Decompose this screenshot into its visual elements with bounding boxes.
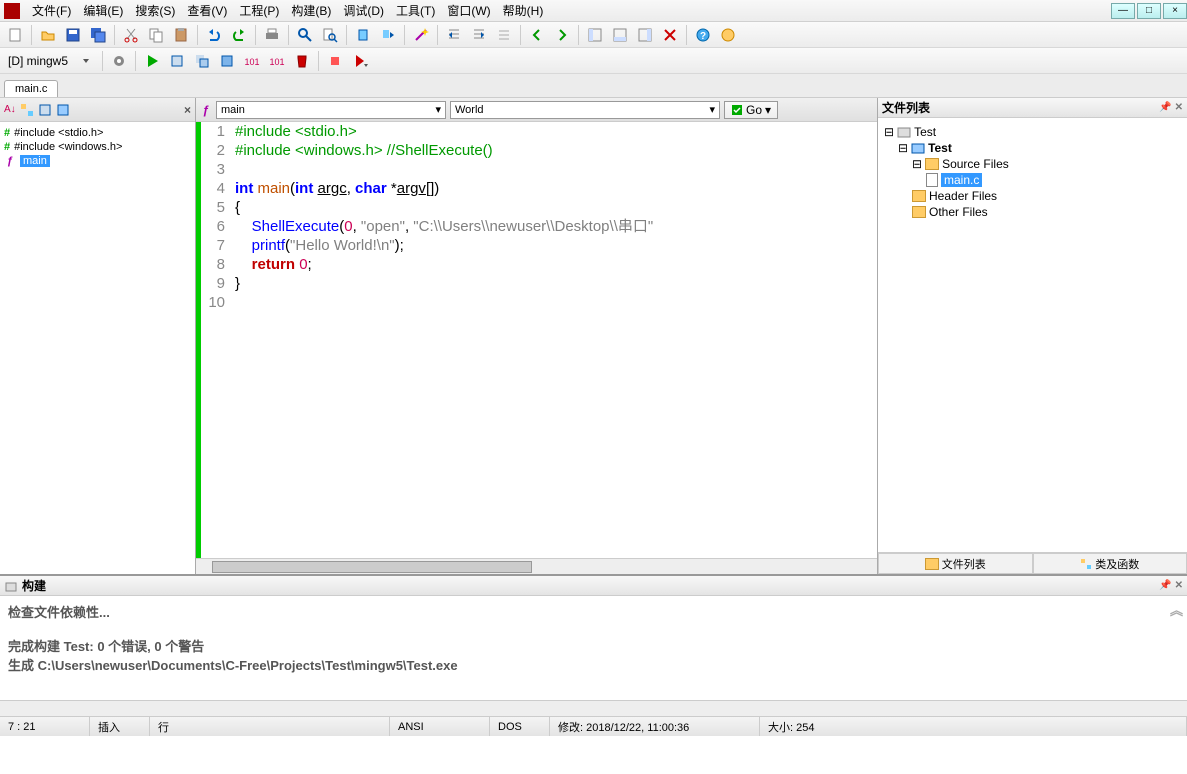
find-icon[interactable]: [294, 24, 316, 46]
editor-tabs: main.c: [0, 74, 1187, 98]
find-files-icon[interactable]: [319, 24, 341, 46]
status-row: 行: [150, 717, 390, 736]
window-controls: — □ ×: [1109, 3, 1187, 19]
compile-icon[interactable]: [166, 50, 188, 72]
nav-back-icon[interactable]: [526, 24, 548, 46]
save-icon[interactable]: [62, 24, 84, 46]
build-pin-icon[interactable]: 📌 ✕: [1159, 580, 1183, 591]
build-output[interactable]: ︽ 检查文件依赖性... 完成构建 Test: 0 个错误, 0 个警告生成 C…: [0, 596, 1187, 700]
build-icon: [4, 579, 18, 593]
close-pane-icon[interactable]: ×: [184, 103, 191, 117]
class-tree-icon: [1080, 558, 1092, 570]
menu-tools[interactable]: 工具(T): [390, 2, 441, 19]
status-modified: 修改: 2018/12/22, 11:00:36: [550, 717, 760, 736]
status-pos: 7 : 21: [0, 717, 90, 736]
project-tree[interactable]: ⊟Test ⊟Test ⊟Source Files main.c Header …: [878, 118, 1187, 552]
build-icon[interactable]: [191, 50, 213, 72]
close-button[interactable]: ×: [1163, 3, 1187, 19]
bookmark-toggle-icon[interactable]: [352, 24, 374, 46]
editor-scrollbar[interactable]: [196, 558, 877, 574]
debug-dropdown-icon[interactable]: [349, 50, 371, 72]
about-icon[interactable]: [717, 24, 739, 46]
status-eol: DOS: [490, 717, 550, 736]
indent-right-icon[interactable]: [468, 24, 490, 46]
build-title: 构建: [22, 577, 46, 594]
main-toolbar: ?: [0, 22, 1187, 48]
panel2-icon[interactable]: [609, 24, 631, 46]
stop-icon[interactable]: [324, 50, 346, 72]
config-dropdown-icon[interactable]: [75, 50, 97, 72]
scope-combo[interactable]: main▾: [216, 101, 446, 119]
scroll-up-icon[interactable]: ︽: [1170, 600, 1183, 619]
tab-file-list[interactable]: 文件列表: [878, 553, 1033, 574]
print-icon[interactable]: [261, 24, 283, 46]
folder-icon: [925, 558, 939, 570]
bookmark-next-icon[interactable]: [377, 24, 399, 46]
clean-icon[interactable]: [291, 50, 313, 72]
panel1-icon[interactable]: [584, 24, 606, 46]
status-size: 大小: 254: [760, 717, 1187, 736]
statusbar: 7 : 21 插入 行 ANSI DOS 修改: 2018/12/22, 11:…: [0, 716, 1187, 736]
symbol-pane: A↓ × ##include <stdio.h>##include <windo…: [0, 98, 196, 574]
menu-search[interactable]: 搜索(S): [129, 2, 181, 19]
class-icon[interactable]: [56, 103, 70, 117]
svg-text:101: 101: [245, 57, 260, 67]
copy-icon[interactable]: [145, 24, 167, 46]
build-scrollbar[interactable]: [0, 700, 1187, 716]
bin-a-icon[interactable]: 101: [241, 50, 263, 72]
nav-forward-icon[interactable]: [551, 24, 573, 46]
maximize-button[interactable]: □: [1137, 3, 1161, 19]
status-insert: 插入: [90, 717, 150, 736]
help-icon[interactable]: ?: [692, 24, 714, 46]
go-button[interactable]: Go▾: [724, 101, 778, 119]
config-label: [D] mingw5: [4, 54, 72, 68]
editor-area: ƒ main▾ World▾ Go▾ 12345678910 #include …: [196, 98, 877, 574]
menu-view[interactable]: 查看(V): [181, 2, 233, 19]
build-toolbar: [D] mingw5 101 101: [0, 48, 1187, 74]
menu-file[interactable]: 文件(F): [26, 2, 77, 19]
gear-icon[interactable]: [108, 50, 130, 72]
tab-classes[interactable]: 类及函数: [1033, 553, 1187, 574]
symbol-list[interactable]: ##include <stdio.h>##include <windows.h>…: [0, 122, 195, 574]
menu-debug[interactable]: 调试(D): [337, 2, 390, 19]
scope-icon: ƒ: [200, 103, 212, 117]
svg-text:101: 101: [270, 57, 285, 67]
cut-icon[interactable]: [120, 24, 142, 46]
svg-text:?: ?: [700, 31, 706, 42]
delete-icon[interactable]: [659, 24, 681, 46]
wand-icon[interactable]: [410, 24, 432, 46]
undo-icon[interactable]: [203, 24, 225, 46]
build-pane: 构建 📌 ✕ ︽ 检查文件依赖性... 完成构建 Test: 0 个错误, 0 …: [0, 574, 1187, 716]
open-icon[interactable]: [37, 24, 59, 46]
sort-az-icon[interactable]: A↓: [4, 104, 16, 115]
status-encoding: ANSI: [390, 717, 490, 736]
menu-project[interactable]: 工程(P): [233, 2, 285, 19]
list-icon[interactable]: [38, 103, 52, 117]
pin-icon[interactable]: 📌 ✕: [1159, 102, 1183, 113]
save-all-icon[interactable]: [87, 24, 109, 46]
menu-build[interactable]: 构建(B): [285, 2, 337, 19]
code-editor[interactable]: 12345678910 #include <stdio.h>#include <…: [196, 122, 877, 558]
menubar: 文件(F) 编辑(E) 搜索(S) 查看(V) 工程(P) 构建(B) 调试(D…: [0, 0, 1187, 22]
symbol-combo[interactable]: World▾: [450, 101, 720, 119]
menu-window[interactable]: 窗口(W): [441, 2, 496, 19]
menu-edit[interactable]: 编辑(E): [77, 2, 129, 19]
panel3-icon[interactable]: [634, 24, 656, 46]
redo-icon[interactable]: [228, 24, 250, 46]
menu-help[interactable]: 帮助(H): [497, 2, 550, 19]
new-file-icon[interactable]: [4, 24, 26, 46]
file-list-pane: 文件列表 📌 ✕ ⊟Test ⊟Test ⊟Source Files main.…: [877, 98, 1187, 574]
rebuild-icon[interactable]: [216, 50, 238, 72]
group-icon[interactable]: [20, 103, 34, 117]
bin-b-icon[interactable]: 101: [266, 50, 288, 72]
toggle-ws-icon[interactable]: [493, 24, 515, 46]
paste-icon[interactable]: [170, 24, 192, 46]
run-icon[interactable]: [141, 50, 163, 72]
minimize-button[interactable]: —: [1111, 3, 1135, 19]
app-logo: [4, 3, 20, 19]
indent-left-icon[interactable]: [443, 24, 465, 46]
file-list-title: 文件列表: [882, 99, 930, 116]
tab-main-c[interactable]: main.c: [4, 80, 58, 97]
